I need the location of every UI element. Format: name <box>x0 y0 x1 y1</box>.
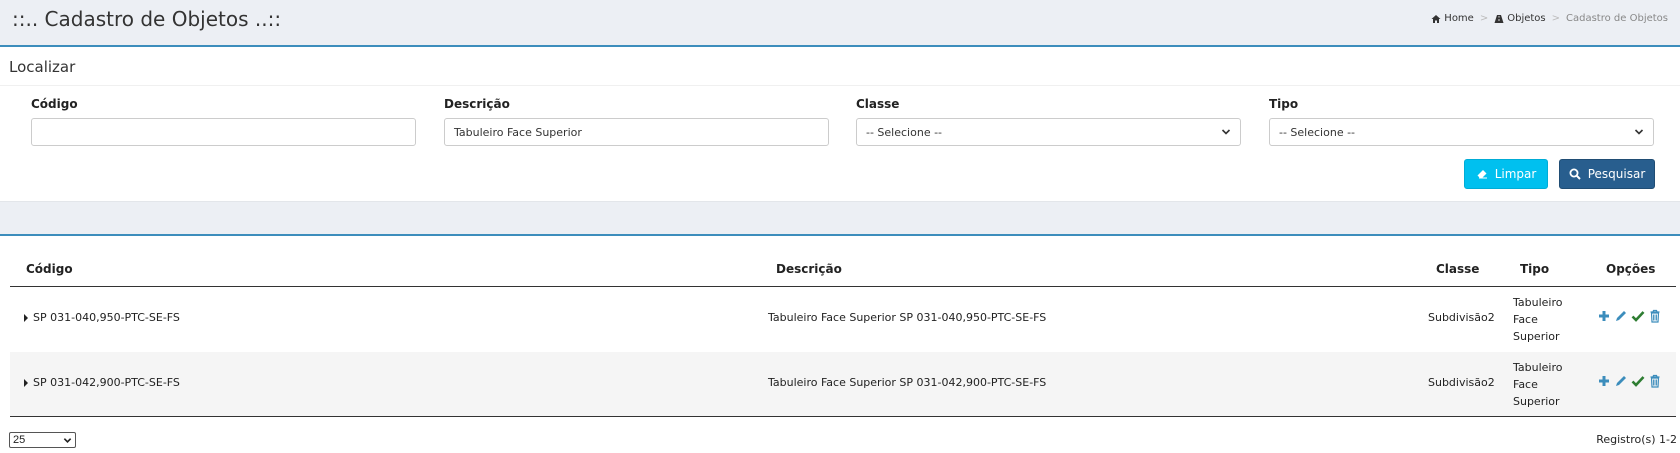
row-classe: Subdivisão2 <box>1428 376 1495 389</box>
row-tipo: Tabuleiro Face Superior <box>1513 359 1573 410</box>
descricao-value: Tabuleiro Face Superior <box>454 125 582 139</box>
breadcrumb-separator: > <box>1479 13 1489 24</box>
codigo-input[interactable] <box>31 118 416 146</box>
pencil-icon[interactable] <box>1614 309 1628 323</box>
road-icon <box>1494 14 1504 23</box>
breadcrumb-objetos-label: Objetos <box>1507 13 1546 24</box>
tipo-label: Tipo <box>1269 97 1299 111</box>
descricao-label: Descrição <box>444 97 510 111</box>
search-panel: Localizar Código Descrição Tabuleiro Fac… <box>0 49 1680 202</box>
table-row[interactable]: SP 031-040,950-PTC-SE-FS Tabuleiro Face … <box>10 287 1676 352</box>
trash-icon[interactable] <box>1648 374 1662 388</box>
tipo-select-value: -- Selecione -- <box>1279 125 1356 139</box>
search-button[interactable]: Pesquisar <box>1559 159 1655 189</box>
search-button-label: Pesquisar <box>1587 167 1646 181</box>
chevron-down-icon <box>1221 129 1231 135</box>
page-size-select[interactable]: 25 <box>9 432 76 448</box>
clear-button-label: Limpar <box>1494 167 1537 181</box>
classe-select[interactable]: -- Selecione -- <box>856 118 1241 146</box>
row-code: SP 031-042,900-PTC-SE-FS <box>33 376 180 389</box>
row-tipo-line: Face <box>1513 378 1538 391</box>
results-band <box>0 202 1680 236</box>
row-tipo-line: Tabuleiro <box>1513 296 1563 309</box>
breadcrumb-objetos[interactable]: Objetos <box>1494 13 1546 24</box>
column-header-codigo[interactable]: Código <box>26 262 73 276</box>
descricao-input[interactable]: Tabuleiro Face Superior <box>444 118 829 146</box>
row-options <box>1597 374 1662 388</box>
column-header-descricao[interactable]: Descrição <box>776 262 842 276</box>
row-code-cell[interactable]: SP 031-042,900-PTC-SE-FS <box>24 376 180 389</box>
column-header-opcoes: Opções <box>1606 262 1656 276</box>
pencil-icon[interactable] <box>1614 374 1628 388</box>
eraser-icon <box>1477 170 1487 179</box>
row-tipo-line: Face <box>1513 313 1538 326</box>
row-code-cell[interactable]: SP 031-040,950-PTC-SE-FS <box>24 311 180 324</box>
trash-icon[interactable] <box>1648 309 1662 323</box>
classe-label: Classe <box>856 97 900 111</box>
row-options <box>1597 309 1662 323</box>
records-count: Registro(s) 1-2 <box>1596 433 1677 446</box>
classe-field: Classe -- Selecione -- <box>856 97 1241 146</box>
table-row[interactable]: SP 031-042,900-PTC-SE-FS Tabuleiro Face … <box>10 352 1676 417</box>
row-description: Tabuleiro Face Superior SP 031-042,900-P… <box>768 376 1047 389</box>
clear-button[interactable]: Limpar <box>1464 159 1548 189</box>
plus-icon[interactable] <box>1597 374 1611 388</box>
row-tipo-line: Superior <box>1513 395 1560 408</box>
page-header: ::.. Cadastro de Objetos ..:: Home > Obj… <box>0 0 1680 47</box>
caret-right-icon[interactable] <box>24 378 28 387</box>
caret-right-icon[interactable] <box>24 313 28 322</box>
plus-icon[interactable] <box>1597 309 1611 323</box>
breadcrumb: Home > Objetos > Cadastro de Objetos <box>1431 13 1668 24</box>
search-panel-heading: Localizar <box>0 49 1680 86</box>
row-code: SP 031-040,950-PTC-SE-FS <box>33 311 180 324</box>
row-classe: Subdivisão2 <box>1428 311 1495 324</box>
page-size-value: 25 <box>13 434 26 446</box>
row-tipo-line: Tabuleiro <box>1513 361 1563 374</box>
check-icon[interactable] <box>1631 309 1645 323</box>
breadcrumb-current: Cadastro de Objetos <box>1566 13 1668 24</box>
breadcrumb-home-label: Home <box>1444 13 1474 24</box>
tipo-field: Tipo -- Selecione -- <box>1269 97 1654 146</box>
chevron-down-icon <box>1634 129 1644 135</box>
row-description: Tabuleiro Face Superior SP 031-040,950-P… <box>768 311 1047 324</box>
breadcrumb-separator: > <box>1551 13 1561 24</box>
check-icon[interactable] <box>1631 374 1645 388</box>
codigo-field: Código <box>31 97 416 146</box>
tipo-select[interactable]: -- Selecione -- <box>1269 118 1654 146</box>
row-tipo-line: Superior <box>1513 330 1560 343</box>
search-icon <box>1569 168 1581 180</box>
classe-select-value: -- Selecione -- <box>866 125 943 139</box>
table-header: Código Descrição Classe Tipo Opções <box>10 254 1676 287</box>
codigo-label: Código <box>31 97 78 111</box>
page-title: ::.. Cadastro de Objetos ..:: <box>12 7 282 31</box>
chevron-down-icon <box>63 437 72 443</box>
column-header-tipo[interactable]: Tipo <box>1520 262 1549 276</box>
breadcrumb-home[interactable]: Home <box>1431 13 1474 24</box>
descricao-field: Descrição Tabuleiro Face Superior <box>444 97 829 146</box>
results-table: Código Descrição Classe Tipo Opções SP 0… <box>10 254 1676 417</box>
column-header-classe[interactable]: Classe <box>1436 262 1479 276</box>
row-tipo: Tabuleiro Face Superior <box>1513 294 1573 345</box>
home-icon <box>1431 14 1441 23</box>
